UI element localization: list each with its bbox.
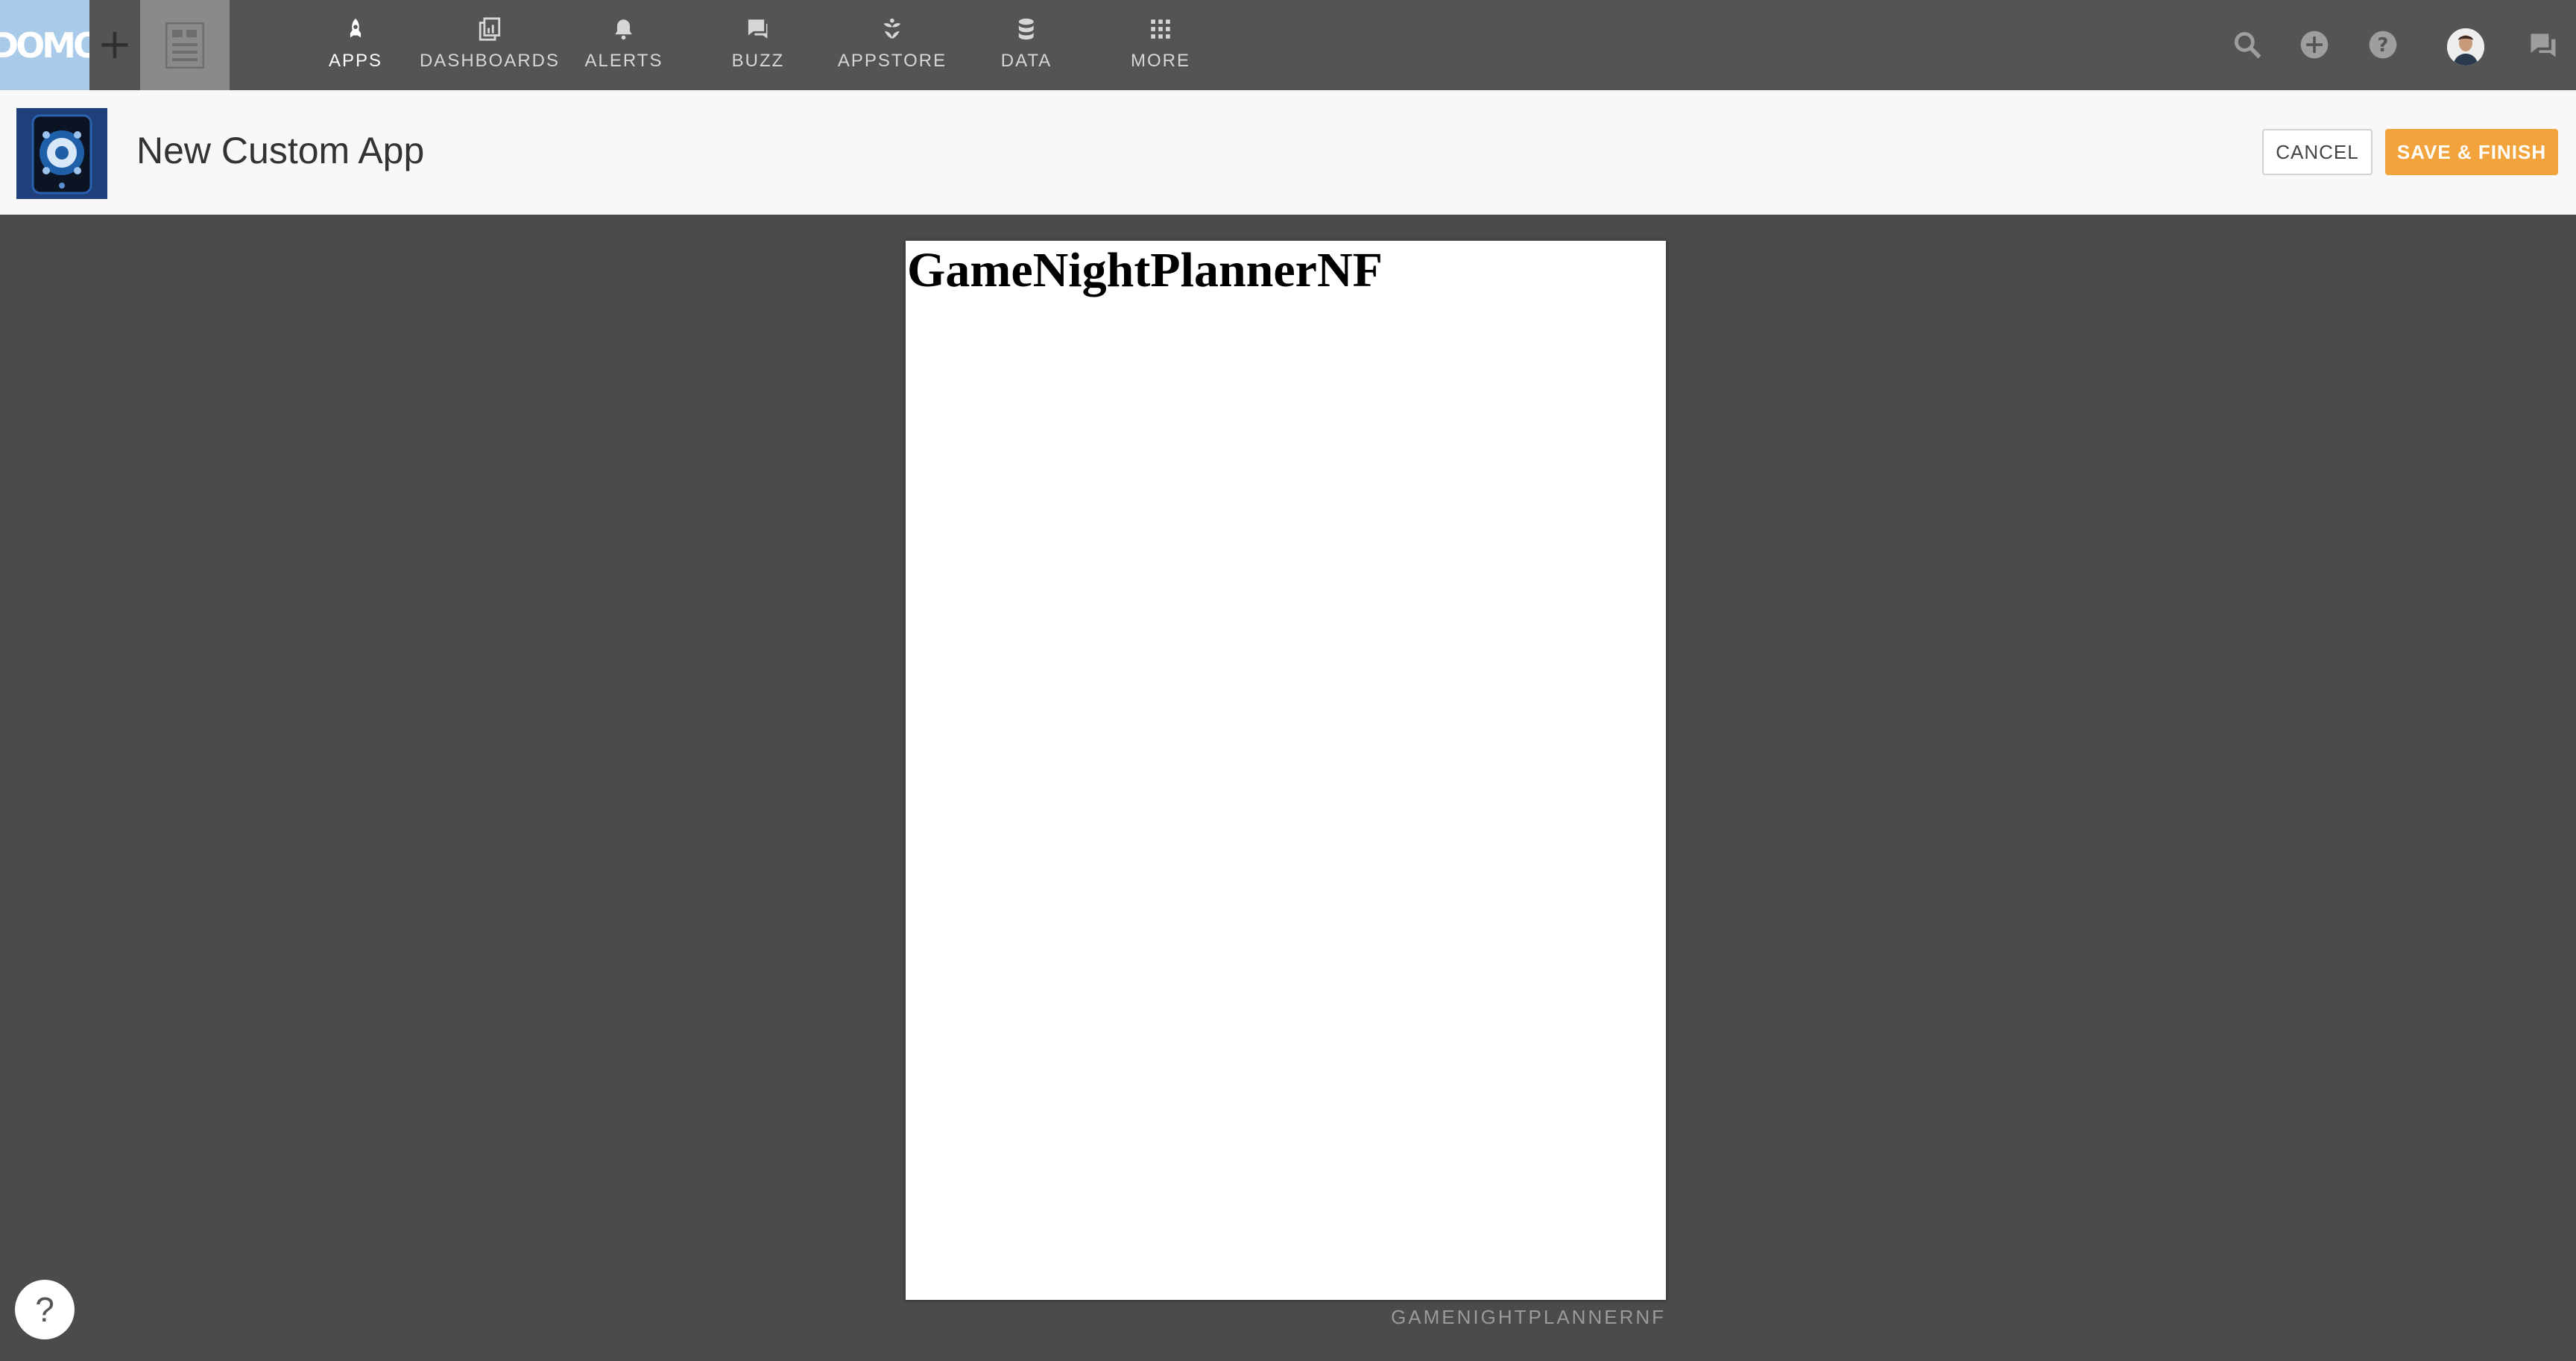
dashboard-icon	[479, 17, 501, 41]
nav-dashboards[interactable]: DASHBOARDS	[420, 16, 560, 76]
cancel-button[interactable]: CANCEL	[2262, 129, 2373, 175]
page-title: New Custom App	[136, 130, 425, 171]
nav-more[interactable]: MORE	[1131, 16, 1190, 76]
tablet-icon	[16, 108, 107, 199]
logo-text: DOMO	[0, 25, 89, 66]
app-editor-header: New Custom App CANCEL SAVE & FINISH	[0, 90, 2576, 215]
nav-apps[interactable]: APPS	[329, 16, 382, 76]
nav-appstore[interactable]: APPSTORE	[838, 16, 947, 76]
nav-alerts[interactable]: ALERTS	[585, 16, 663, 76]
save-and-finish-button[interactable]: SAVE & FINISH	[2385, 129, 2558, 175]
nav-buzz-label: BUZZ	[731, 51, 785, 71]
page-thumbnail[interactable]	[140, 0, 230, 90]
chat-icon	[748, 19, 768, 39]
buzz-chat-icon[interactable]	[2527, 28, 2560, 61]
top-navigation-bar: DOMO + APPS DASHBOARDS ALERTS BUZZ APPST…	[0, 0, 2576, 90]
nav-more-label: MORE	[1131, 51, 1190, 71]
help-circle-icon[interactable]: ?	[2367, 28, 2399, 61]
svg-text:?: ?	[2378, 34, 2389, 57]
nav-data-label: DATA	[1000, 51, 1052, 71]
database-icon	[1019, 18, 1034, 40]
grid-icon	[1151, 19, 1170, 39]
app-heading: GameNightPlannerNF	[907, 243, 1383, 297]
appstore-icon	[883, 18, 901, 39]
nav-appstore-label: APPSTORE	[837, 51, 947, 71]
avatar[interactable]	[2447, 28, 2484, 66]
nav-data[interactable]: DATA	[1001, 16, 1052, 76]
domo-logo[interactable]: DOMO	[0, 0, 89, 90]
nav-dashboards-label: DASHBOARDS	[419, 51, 561, 71]
page-layout-icon	[165, 22, 204, 69]
add-circle-icon[interactable]	[2298, 28, 2331, 61]
bell-icon	[615, 19, 633, 40]
nav-alerts-label: ALERTS	[584, 51, 663, 71]
user-photo-icon	[2447, 28, 2484, 66]
search-icon[interactable]	[2231, 28, 2264, 61]
add-page-button[interactable]: +	[95, 22, 134, 67]
rocket-icon	[350, 18, 362, 38]
nav-apps-label: APPS	[328, 51, 383, 71]
app-preview-canvas[interactable]: GameNightPlannerNF	[906, 241, 1666, 1300]
app-thumbnail[interactable]	[16, 108, 107, 199]
nav-buzz[interactable]: BUZZ	[732, 16, 785, 76]
card-name-label: GAMENIGHTPLANNERNF	[1391, 1306, 1666, 1328]
help-button[interactable]: ?	[15, 1280, 75, 1339]
